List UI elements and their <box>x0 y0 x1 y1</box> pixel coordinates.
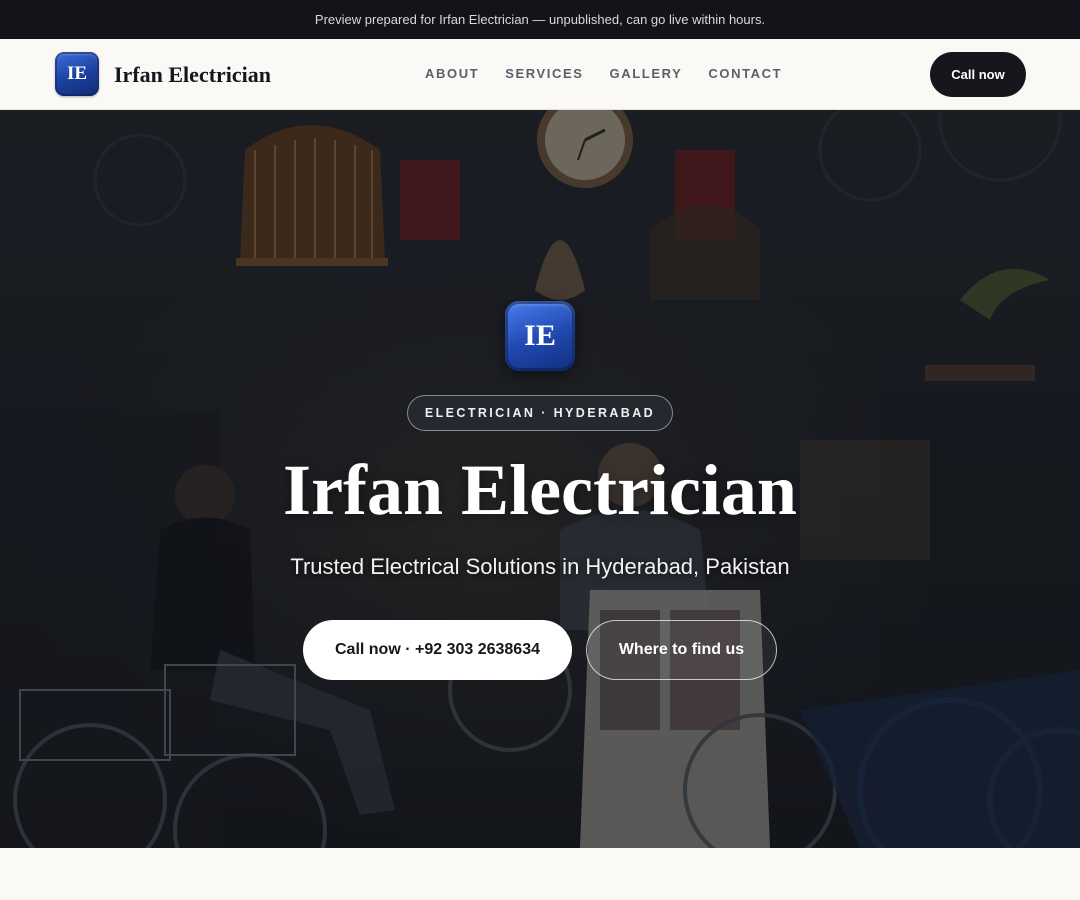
header-call-button[interactable]: Call now <box>930 52 1026 97</box>
hero-logo-badge: IE <box>505 301 575 371</box>
main-nav: ABOUT SERVICES GALLERY CONTACT <box>425 66 782 81</box>
logo-badge[interactable]: IE <box>55 52 99 96</box>
hero-subtitle: Trusted Electrical Solutions in Hyderaba… <box>290 554 790 579</box>
site-header: IE Irfan Electrician ABOUT SERVICES GALL… <box>0 39 1080 110</box>
hero-logo-initials: IE <box>524 319 556 352</box>
logo-initials: IE <box>66 63 88 84</box>
hero-location-button[interactable]: Where to find us <box>586 620 777 680</box>
hero-title: Irfan Electrician <box>283 450 797 530</box>
preview-banner: Preview prepared for Irfan Electrician —… <box>0 0 1080 39</box>
hero-section: IE ELECTRICIAN · HYDERABAD Irfan Electri… <box>0 110 1080 848</box>
nav-link-about[interactable]: ABOUT <box>425 66 479 81</box>
brand-name[interactable]: Irfan Electrician <box>114 62 271 88</box>
nav-link-gallery[interactable]: GALLERY <box>610 66 683 81</box>
hero-call-button[interactable]: Call now · +92 303 2638634 <box>303 620 572 680</box>
preview-banner-text: Preview prepared for Irfan Electrician —… <box>314 12 766 27</box>
nav-link-contact[interactable]: CONTACT <box>708 66 782 81</box>
category-tag: ELECTRICIAN · HYDERABAD <box>407 395 673 431</box>
nav-link-services[interactable]: SERVICES <box>505 66 583 81</box>
category-tag-text: ELECTRICIAN · HYDERABAD <box>424 406 656 420</box>
